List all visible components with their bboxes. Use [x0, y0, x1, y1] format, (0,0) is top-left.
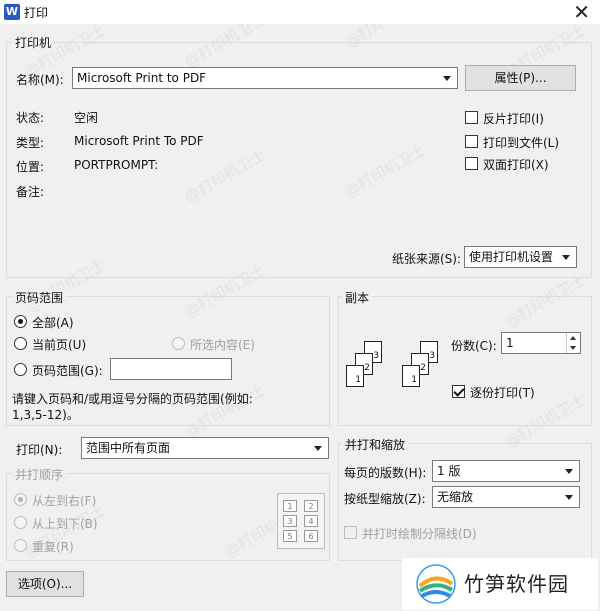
print-what-select[interactable]: 范围中所有页面	[81, 437, 329, 459]
preview-cell: 1	[283, 500, 297, 512]
site-logo: 竹笋软件园	[402, 558, 598, 610]
scale-value: 无缩放	[437, 490, 474, 504]
order-left-right-radio[interactable]	[14, 493, 27, 506]
location-value: PORTPROMPT:	[74, 158, 159, 172]
arrow-up-icon[interactable]	[570, 336, 576, 340]
close-icon[interactable]: ✕	[573, 0, 590, 24]
type-value: Microsoft Print To PDF	[74, 134, 204, 148]
print-what-label: 打印(N):	[16, 443, 63, 457]
chevron-down-icon	[565, 495, 573, 500]
collate-label[interactable]: 逐份打印(T)	[470, 384, 535, 401]
type-label: 类型:	[16, 136, 45, 150]
printer-group-title: 打印机	[12, 34, 55, 51]
order-group-title: 并打顺序	[12, 466, 67, 483]
chevron-down-icon	[565, 469, 573, 474]
pages-per-sheet-label: 每页的版数(H):	[344, 466, 427, 480]
range-current-radio[interactable]	[14, 337, 27, 350]
range-current-label[interactable]: 当前页(U)	[32, 336, 86, 353]
spinner-buttons[interactable]	[566, 333, 580, 353]
range-pages-radio[interactable]	[14, 363, 27, 376]
options-button[interactable]: 选项(O)...	[6, 571, 84, 597]
status-label: 状态:	[16, 111, 45, 125]
bamboo-logo-icon	[416, 564, 456, 604]
paper-source-label: 纸张来源(S):	[392, 252, 462, 266]
range-all-label[interactable]: 全部(A)	[32, 314, 74, 331]
app-icon: W	[4, 4, 20, 20]
order-left-right-label[interactable]: 从左到右(F)	[32, 492, 96, 509]
page-icon: 1	[346, 365, 364, 387]
page-range-group-title: 页码范围	[12, 289, 67, 306]
pages-per-sheet-select[interactable]: 1 版	[432, 460, 580, 482]
location-label: 位置:	[16, 160, 45, 174]
logo-text: 竹笋软件园	[464, 572, 569, 596]
collate-checkbox[interactable]	[452, 385, 465, 398]
comment-label: 备注:	[16, 185, 45, 199]
page-icon: 1	[402, 365, 420, 387]
chevron-down-icon	[562, 255, 570, 260]
reverse-print-checkbox[interactable]	[465, 111, 478, 124]
chevron-down-icon	[443, 76, 451, 81]
reverse-print-label[interactable]: 反片打印(I)	[483, 110, 544, 127]
preview-cell: 4	[304, 515, 318, 527]
status-value: 空闲	[74, 111, 99, 125]
scale-select[interactable]: 无缩放	[432, 486, 580, 508]
print-to-file-label[interactable]: 打印到文件(L)	[483, 134, 559, 151]
duplex-label[interactable]: 双面打印(X)	[483, 156, 549, 173]
print-to-file-checkbox[interactable]	[465, 135, 478, 148]
scale-label: 按纸型缩放(Z):	[344, 492, 426, 506]
zoom-group-title: 并打和缩放	[342, 436, 409, 453]
printer-name-value: Microsoft Print to PDF	[77, 71, 207, 85]
print-what-value: 范围中所有页面	[86, 441, 171, 455]
title-bar: W 打印 ✕	[0, 0, 600, 24]
order-top-bottom-radio[interactable]	[14, 516, 27, 529]
preview-cell: 5	[283, 530, 297, 542]
preview-cell: 6	[304, 530, 318, 542]
draw-borders-label[interactable]: 并打时绘制分隔线(D)	[362, 525, 477, 542]
copies-count-label: 份数(C):	[451, 339, 497, 353]
range-selection-radio[interactable]	[172, 337, 185, 350]
range-selection-label[interactable]: 所选内容(E)	[190, 336, 255, 353]
order-repeat-radio[interactable]	[14, 539, 27, 552]
order-top-bottom-label[interactable]: 从上到下(B)	[32, 515, 98, 532]
paper-source-select[interactable]: 使用打印机设置	[464, 246, 577, 268]
preview-cell: 3	[283, 515, 297, 527]
pages-per-sheet-value: 1 版	[437, 464, 461, 478]
copies-value: 1	[506, 336, 514, 350]
range-pages-label[interactable]: 页码范围(G):	[32, 362, 103, 379]
paper-source-value: 使用打印机设置	[469, 250, 554, 264]
order-preview: 1 2 3 4 5 6	[277, 493, 325, 549]
printer-name-select[interactable]: Microsoft Print to PDF	[72, 67, 458, 89]
page-range-hint-line2: 1,3,5-12)。	[12, 408, 79, 422]
printer-name-label: 名称(M):	[16, 73, 64, 87]
arrow-down-icon[interactable]	[570, 346, 576, 350]
page-range-hint-line1: 请键入页码和/或用逗号分隔的页码范围(例如:	[12, 392, 253, 406]
copies-spinner[interactable]: 1	[501, 332, 581, 354]
window-title: 打印	[24, 6, 49, 20]
draw-borders-checkbox[interactable]	[344, 526, 357, 539]
page-range-input[interactable]	[110, 358, 232, 380]
range-all-radio[interactable]	[14, 315, 27, 328]
chevron-down-icon	[314, 446, 322, 451]
properties-button[interactable]: 属性(P)...	[465, 65, 576, 91]
duplex-checkbox[interactable]	[465, 157, 478, 170]
copies-group-title: 副本	[342, 289, 373, 306]
preview-cell: 2	[304, 500, 318, 512]
order-repeat-label[interactable]: 重复(R)	[32, 538, 74, 555]
